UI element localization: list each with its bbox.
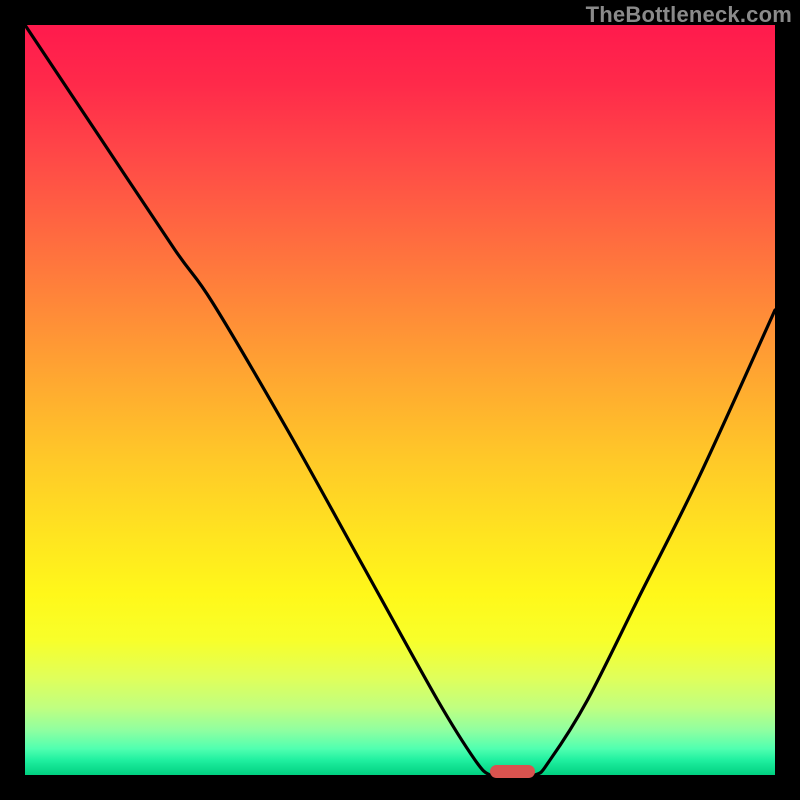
watermark-text: TheBottleneck.com bbox=[586, 2, 792, 28]
bottleneck-curve bbox=[25, 25, 775, 775]
optimal-marker bbox=[490, 765, 535, 778]
plot-area bbox=[25, 25, 775, 775]
chart-frame: TheBottleneck.com bbox=[0, 0, 800, 800]
